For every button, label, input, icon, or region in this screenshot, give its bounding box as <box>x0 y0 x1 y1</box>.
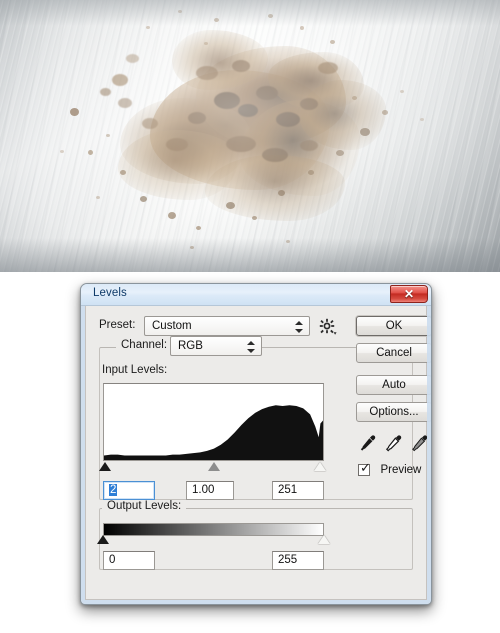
output-black-field[interactable]: 0 <box>103 551 155 570</box>
cancel-button[interactable]: Cancel <box>356 343 431 363</box>
auto-button[interactable]: Auto <box>356 375 431 395</box>
screen: Levels ✕ Preset: Custom Channel: RGB Inp… <box>0 0 500 633</box>
output-white-value: 255 <box>278 554 298 566</box>
dialog-body: Preset: Custom Channel: RGB Input Levels… <box>85 306 431 600</box>
photo-top-shade <box>0 0 500 26</box>
channel-value: RGB <box>178 340 203 352</box>
check-icon: ✓ <box>360 460 371 476</box>
set-gray-point-eyedropper[interactable] <box>384 433 404 453</box>
dialog-title: Levels <box>93 287 127 299</box>
preview-checkbox[interactable]: ✓ <box>358 460 371 476</box>
eyedropper-group <box>358 433 431 453</box>
input-gamma-value: 1.00 <box>192 484 215 496</box>
photo-bottom-shade <box>0 238 500 272</box>
input-levels-label: Input Levels: <box>102 364 168 376</box>
ok-button[interactable]: OK <box>356 316 431 336</box>
input-black-value: 2 <box>109 484 118 496</box>
preset-value: Custom <box>152 320 192 332</box>
preview-checkbox-row[interactable]: ✓ Preview <box>358 461 421 479</box>
input-levels-slider[interactable] <box>98 462 327 475</box>
output-levels-group: Output Levels: 0 255 <box>97 500 413 570</box>
output-black-value: 0 <box>109 554 116 566</box>
preset-dropdown[interactable]: Custom <box>144 316 310 336</box>
set-white-point-eyedropper[interactable] <box>410 433 430 453</box>
input-white-field[interactable]: 251 <box>272 481 324 500</box>
set-black-point-eyedropper[interactable] <box>358 433 378 453</box>
histogram-chart[interactable] <box>103 383 324 461</box>
input-gamma-field[interactable]: 1.00 <box>186 481 234 500</box>
output-white-slider-handle[interactable] <box>318 535 330 544</box>
output-levels-label: Output Levels: <box>102 500 187 512</box>
black-point-slider-handle[interactable] <box>98 462 111 471</box>
options-button[interactable]: Options... <box>356 402 431 422</box>
channel-label: Channel: <box>116 339 173 351</box>
dialog-titlebar[interactable]: Levels ✕ <box>81 284 431 306</box>
levels-dialog: Levels ✕ Preset: Custom Channel: RGB Inp… <box>80 283 432 605</box>
preset-label: Preset: <box>99 319 136 331</box>
channel-dropdown[interactable]: RGB <box>170 336 262 356</box>
image-canvas <box>0 0 500 272</box>
output-white-field[interactable]: 255 <box>272 551 324 570</box>
chevron-updown-icon <box>295 320 304 334</box>
photo-vignette <box>0 0 500 272</box>
midtone-slider-handle[interactable] <box>207 462 220 471</box>
preview-label: Preview <box>380 463 422 476</box>
input-black-field[interactable]: 2 <box>103 481 155 500</box>
output-levels-slider[interactable] <box>97 535 330 548</box>
output-black-slider-handle[interactable] <box>97 535 109 544</box>
gear-icon[interactable] <box>319 318 337 336</box>
close-button[interactable]: ✕ <box>390 285 428 303</box>
input-white-value: 251 <box>278 484 298 496</box>
close-icon: ✕ <box>403 287 415 301</box>
chevron-updown-icon <box>247 340 256 354</box>
white-point-slider-handle[interactable] <box>314 462 327 471</box>
